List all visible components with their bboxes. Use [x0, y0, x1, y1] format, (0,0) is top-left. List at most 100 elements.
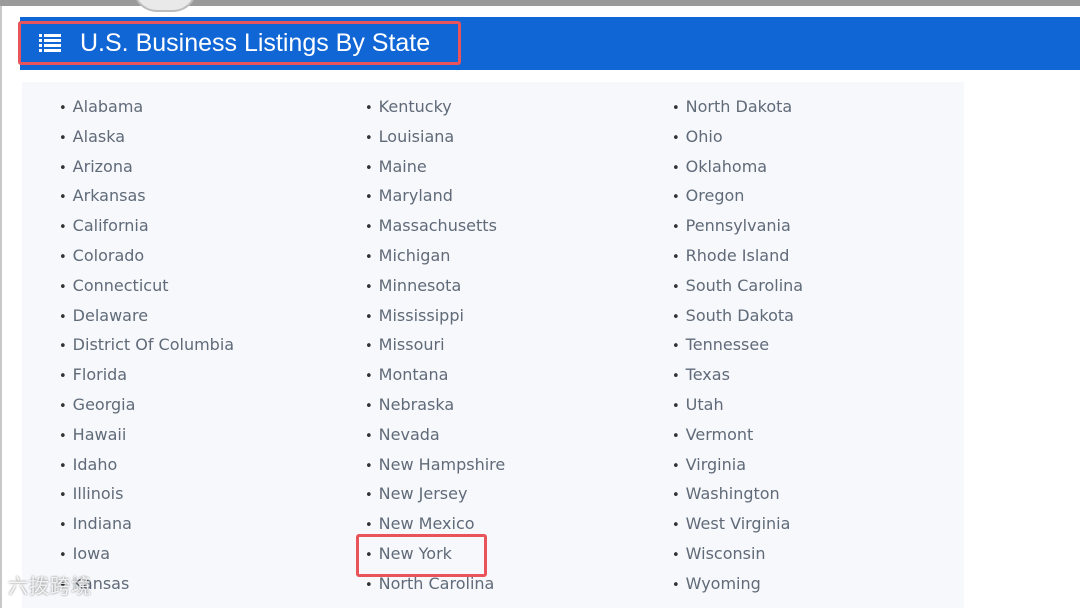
- state-link[interactable]: • Wyoming: [672, 569, 803, 599]
- state-link-label[interactable]: Florida: [73, 365, 127, 384]
- state-link-label[interactable]: Virginia: [686, 455, 746, 474]
- state-link[interactable]: • Ohio: [672, 122, 803, 152]
- state-link-label[interactable]: Montana: [379, 365, 449, 384]
- state-link-label[interactable]: South Carolina: [686, 276, 803, 295]
- state-link[interactable]: • South Dakota: [672, 301, 803, 331]
- state-link-label[interactable]: Wyoming: [686, 574, 761, 593]
- state-link[interactable]: • Idaho: [59, 450, 234, 480]
- state-link[interactable]: • Nebraska: [365, 390, 505, 420]
- state-link[interactable]: • Montana: [365, 360, 505, 390]
- state-link[interactable]: • South Carolina: [672, 271, 803, 301]
- state-link[interactable]: • Alabama: [59, 92, 234, 122]
- state-link-label[interactable]: Arizona: [73, 157, 133, 176]
- state-link[interactable]: • Utah: [672, 390, 803, 420]
- state-link-label[interactable]: Maine: [379, 157, 427, 176]
- state-link[interactable]: • Washington: [672, 479, 803, 509]
- state-link-label[interactable]: Massachusetts: [379, 216, 497, 235]
- state-link[interactable]: • North Dakota: [672, 92, 803, 122]
- state-link-label[interactable]: Nebraska: [379, 395, 454, 414]
- state-link[interactable]: • New Hampshire: [365, 450, 505, 480]
- state-link[interactable]: • Virginia: [672, 450, 803, 480]
- state-link[interactable]: • West Virginia: [672, 509, 803, 539]
- state-link-label[interactable]: Nevada: [379, 425, 440, 444]
- state-link[interactable]: • District Of Columbia: [59, 330, 234, 360]
- state-link[interactable]: • Georgia: [59, 390, 234, 420]
- state-link-label[interactable]: Georgia: [73, 395, 136, 414]
- state-link[interactable]: • Iowa: [59, 539, 234, 569]
- state-link-label[interactable]: Oregon: [686, 186, 745, 205]
- state-link[interactable]: • Hawaii: [59, 420, 234, 450]
- state-link[interactable]: • California: [59, 211, 234, 241]
- state-link-label[interactable]: West Virginia: [686, 514, 791, 533]
- bullet-icon: •: [59, 488, 67, 504]
- state-link[interactable]: • Delaware: [59, 301, 234, 331]
- state-link[interactable]: • Maine: [365, 152, 505, 182]
- state-link-label[interactable]: Texas: [686, 365, 730, 384]
- state-link[interactable]: • Minnesota: [365, 271, 505, 301]
- bullet-icon: •: [59, 279, 67, 295]
- bullet-icon: •: [365, 190, 373, 206]
- state-link-label[interactable]: Louisiana: [379, 127, 455, 146]
- state-link[interactable]: • Colorado: [59, 241, 234, 271]
- state-link-label[interactable]: Alabama: [73, 97, 144, 116]
- state-link-label[interactable]: Kentucky: [379, 97, 452, 116]
- state-link[interactable]: • New Jersey: [365, 479, 505, 509]
- state-link-label[interactable]: Arkansas: [73, 186, 146, 205]
- state-link[interactable]: • Indiana: [59, 509, 234, 539]
- state-link[interactable]: • Massachusetts: [365, 211, 505, 241]
- bullet-icon: •: [59, 369, 67, 385]
- state-link-label[interactable]: Alaska: [73, 127, 125, 146]
- state-link[interactable]: • Florida: [59, 360, 234, 390]
- state-link-label[interactable]: New Hampshire: [379, 455, 506, 474]
- state-link-label[interactable]: Utah: [686, 395, 724, 414]
- state-link-label[interactable]: Iowa: [73, 544, 110, 563]
- state-link[interactable]: • Wisconsin: [672, 539, 803, 569]
- state-link-label[interactable]: Ohio: [686, 127, 723, 146]
- state-link-label[interactable]: Maryland: [379, 186, 453, 205]
- state-link-label[interactable]: District Of Columbia: [73, 335, 234, 354]
- state-link[interactable]: • Pennsylvania: [672, 211, 803, 241]
- state-link-label[interactable]: South Dakota: [686, 306, 794, 325]
- bullet-icon: •: [672, 190, 680, 206]
- state-link[interactable]: • Louisiana: [365, 122, 505, 152]
- state-link-label[interactable]: Mississippi: [379, 306, 464, 325]
- state-link[interactable]: • Arizona: [59, 152, 234, 182]
- state-link-label[interactable]: Hawaii: [73, 425, 127, 444]
- state-link[interactable]: • Oregon: [672, 181, 803, 211]
- state-link[interactable]: • Oklahoma: [672, 152, 803, 182]
- state-link-label[interactable]: Tennessee: [686, 335, 769, 354]
- state-link[interactable]: • Connecticut: [59, 271, 234, 301]
- state-link[interactable]: • Arkansas: [59, 181, 234, 211]
- state-link[interactable]: • Alaska: [59, 122, 234, 152]
- state-link-label[interactable]: Indiana: [73, 514, 132, 533]
- state-link-label[interactable]: Idaho: [73, 455, 118, 474]
- state-link-label[interactable]: Vermont: [686, 425, 754, 444]
- state-link[interactable]: • Nevada: [365, 420, 505, 450]
- state-link-label[interactable]: New Mexico: [379, 514, 475, 533]
- state-link-label[interactable]: Rhode Island: [686, 246, 790, 265]
- state-link-label[interactable]: Delaware: [73, 306, 148, 325]
- state-link-label[interactable]: California: [73, 216, 149, 235]
- state-link[interactable]: • Mississippi: [365, 301, 505, 331]
- state-link-label[interactable]: Washington: [686, 484, 780, 503]
- state-link-label[interactable]: Oklahoma: [686, 157, 767, 176]
- state-link[interactable]: • Michigan: [365, 241, 505, 271]
- state-link[interactable]: • Texas: [672, 360, 803, 390]
- state-link-label[interactable]: Minnesota: [379, 276, 462, 295]
- state-link[interactable]: • Tennessee: [672, 330, 803, 360]
- state-link-label[interactable]: Illinois: [73, 484, 124, 503]
- state-link[interactable]: • Rhode Island: [672, 241, 803, 271]
- state-link-label[interactable]: Michigan: [379, 246, 451, 265]
- state-link-label[interactable]: North Dakota: [686, 97, 793, 116]
- state-link-label[interactable]: New Jersey: [379, 484, 468, 503]
- state-link-label[interactable]: Connecticut: [73, 276, 169, 295]
- state-link-label[interactable]: Wisconsin: [686, 544, 766, 563]
- state-link[interactable]: • Vermont: [672, 420, 803, 450]
- state-link[interactable]: • Kentucky: [365, 92, 505, 122]
- state-link-label[interactable]: Colorado: [73, 246, 145, 265]
- state-link[interactable]: • Maryland: [365, 181, 505, 211]
- state-link-label[interactable]: Missouri: [379, 335, 445, 354]
- state-link-label[interactable]: Pennsylvania: [686, 216, 791, 235]
- state-link[interactable]: • Illinois: [59, 479, 234, 509]
- state-link[interactable]: • Missouri: [365, 330, 505, 360]
